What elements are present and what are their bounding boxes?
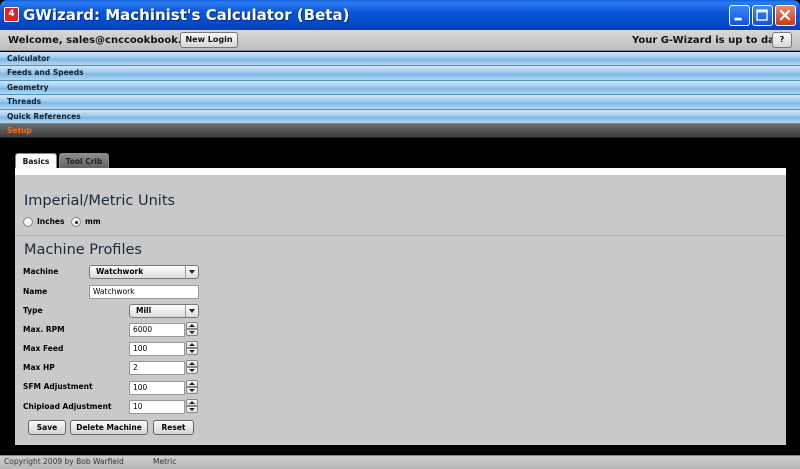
panel-top-strip xyxy=(15,168,786,175)
stepper-up-icon[interactable] xyxy=(186,341,198,348)
window-title: GWizard: Machinist's Calculator (Beta) xyxy=(23,6,350,24)
copyright-text: Copyright 2009 by Bob Warfield xyxy=(4,457,124,466)
max-rpm-label: Max. RPM xyxy=(23,325,65,334)
type-label: Type xyxy=(23,306,43,315)
setup-content: Basics Tool Crib Imperial/Metric Units I… xyxy=(6,143,794,455)
window-title-bar[interactable]: 4 GWizard: Machinist's Calculator (Beta) xyxy=(0,0,800,30)
maximize-icon xyxy=(756,9,768,21)
close-button[interactable] xyxy=(775,5,796,26)
max-feed-stepper[interactable] xyxy=(186,341,198,356)
chipload-adjustment-input[interactable]: 10 xyxy=(129,400,185,414)
stepper-down-icon[interactable] xyxy=(186,329,198,336)
save-button[interactable]: Save xyxy=(28,420,66,435)
delete-machine-button[interactable]: Delete Machine xyxy=(70,420,148,435)
stepper-up-icon[interactable] xyxy=(186,360,198,367)
close-icon xyxy=(779,9,791,21)
stepper-down-icon[interactable] xyxy=(186,348,198,355)
units-mode-text: Metric xyxy=(153,457,177,466)
chipload-adjustment-stepper[interactable] xyxy=(186,399,198,414)
machine-select-value: Watchwork xyxy=(96,267,144,276)
sfm-adjustment-input[interactable]: 100 xyxy=(129,381,185,395)
max-hp-input[interactable]: 2 xyxy=(129,361,185,375)
basics-panel: Imperial/Metric Units Inches mm Machine … xyxy=(15,168,786,445)
header-bar: Welcome, sales@cnccookbook.com! New Logi… xyxy=(0,30,800,51)
max-feed-input[interactable]: 100 xyxy=(129,342,185,356)
stepper-up-icon[interactable] xyxy=(186,380,198,387)
type-select-value: Mill xyxy=(136,306,152,315)
mm-radio[interactable] xyxy=(71,217,81,227)
new-login-button[interactable]: New Login xyxy=(180,32,238,48)
tab-basics[interactable]: Basics xyxy=(15,153,57,169)
chevron-down-icon xyxy=(185,266,198,278)
app-icon: 4 xyxy=(4,7,19,22)
sfm-adjustment-stepper[interactable] xyxy=(186,380,198,395)
minimize-button[interactable] xyxy=(729,5,750,26)
nav-item-calculator[interactable]: Calculator xyxy=(0,52,800,67)
maximize-button[interactable] xyxy=(752,5,773,26)
max-feed-label: Max Feed xyxy=(23,344,64,353)
inches-radio-label[interactable]: Inches xyxy=(37,216,64,228)
mm-radio-label[interactable]: mm xyxy=(85,216,101,228)
radio-selected-dot xyxy=(74,220,78,224)
sfm-adjustment-label: SFM Adjustment xyxy=(23,382,93,391)
status-footer: Copyright 2009 by Bob Warfield Metric xyxy=(0,455,800,469)
tab-tool-crib[interactable]: Tool Crib xyxy=(59,153,109,169)
max-rpm-input[interactable]: 6000 xyxy=(129,323,185,337)
stepper-down-icon[interactable] xyxy=(186,367,198,374)
nav-accordion: Calculator Feeds and Speeds Geometry Thr… xyxy=(0,52,800,139)
reset-button[interactable]: Reset xyxy=(153,420,194,435)
max-hp-label: Max HP xyxy=(23,363,55,372)
units-section-title: Imperial/Metric Units xyxy=(24,193,176,209)
nav-item-feeds-and-speeds[interactable]: Feeds and Speeds xyxy=(0,66,800,81)
max-hp-stepper[interactable] xyxy=(186,360,198,375)
chipload-adjustment-label: Chipload Adjustment xyxy=(23,402,112,411)
stepper-up-icon[interactable] xyxy=(186,322,198,329)
update-status-text: Your G-Wizard is up to date xyxy=(632,35,787,46)
inches-radio[interactable] xyxy=(23,217,33,227)
name-input[interactable]: Watchwork xyxy=(89,285,199,299)
nav-item-setup[interactable]: Setup xyxy=(0,123,800,139)
chevron-down-icon xyxy=(185,305,198,317)
name-label: Name xyxy=(23,287,48,296)
help-button[interactable]: ? xyxy=(772,32,792,48)
type-select[interactable]: Mill xyxy=(129,304,199,318)
machine-select[interactable]: Watchwork xyxy=(89,265,199,279)
nav-item-threads[interactable]: Threads xyxy=(0,95,800,110)
section-divider xyxy=(15,235,786,236)
nav-item-quick-references[interactable]: Quick References xyxy=(0,109,800,124)
stepper-up-icon[interactable] xyxy=(186,399,198,406)
stepper-down-icon[interactable] xyxy=(186,387,198,394)
stepper-down-icon[interactable] xyxy=(186,406,198,413)
profiles-section-title: Machine Profiles xyxy=(24,242,142,258)
machine-label: Machine xyxy=(23,267,59,276)
nav-item-geometry[interactable]: Geometry xyxy=(0,80,800,96)
max-rpm-stepper[interactable] xyxy=(186,322,198,337)
minimize-icon xyxy=(734,17,742,21)
